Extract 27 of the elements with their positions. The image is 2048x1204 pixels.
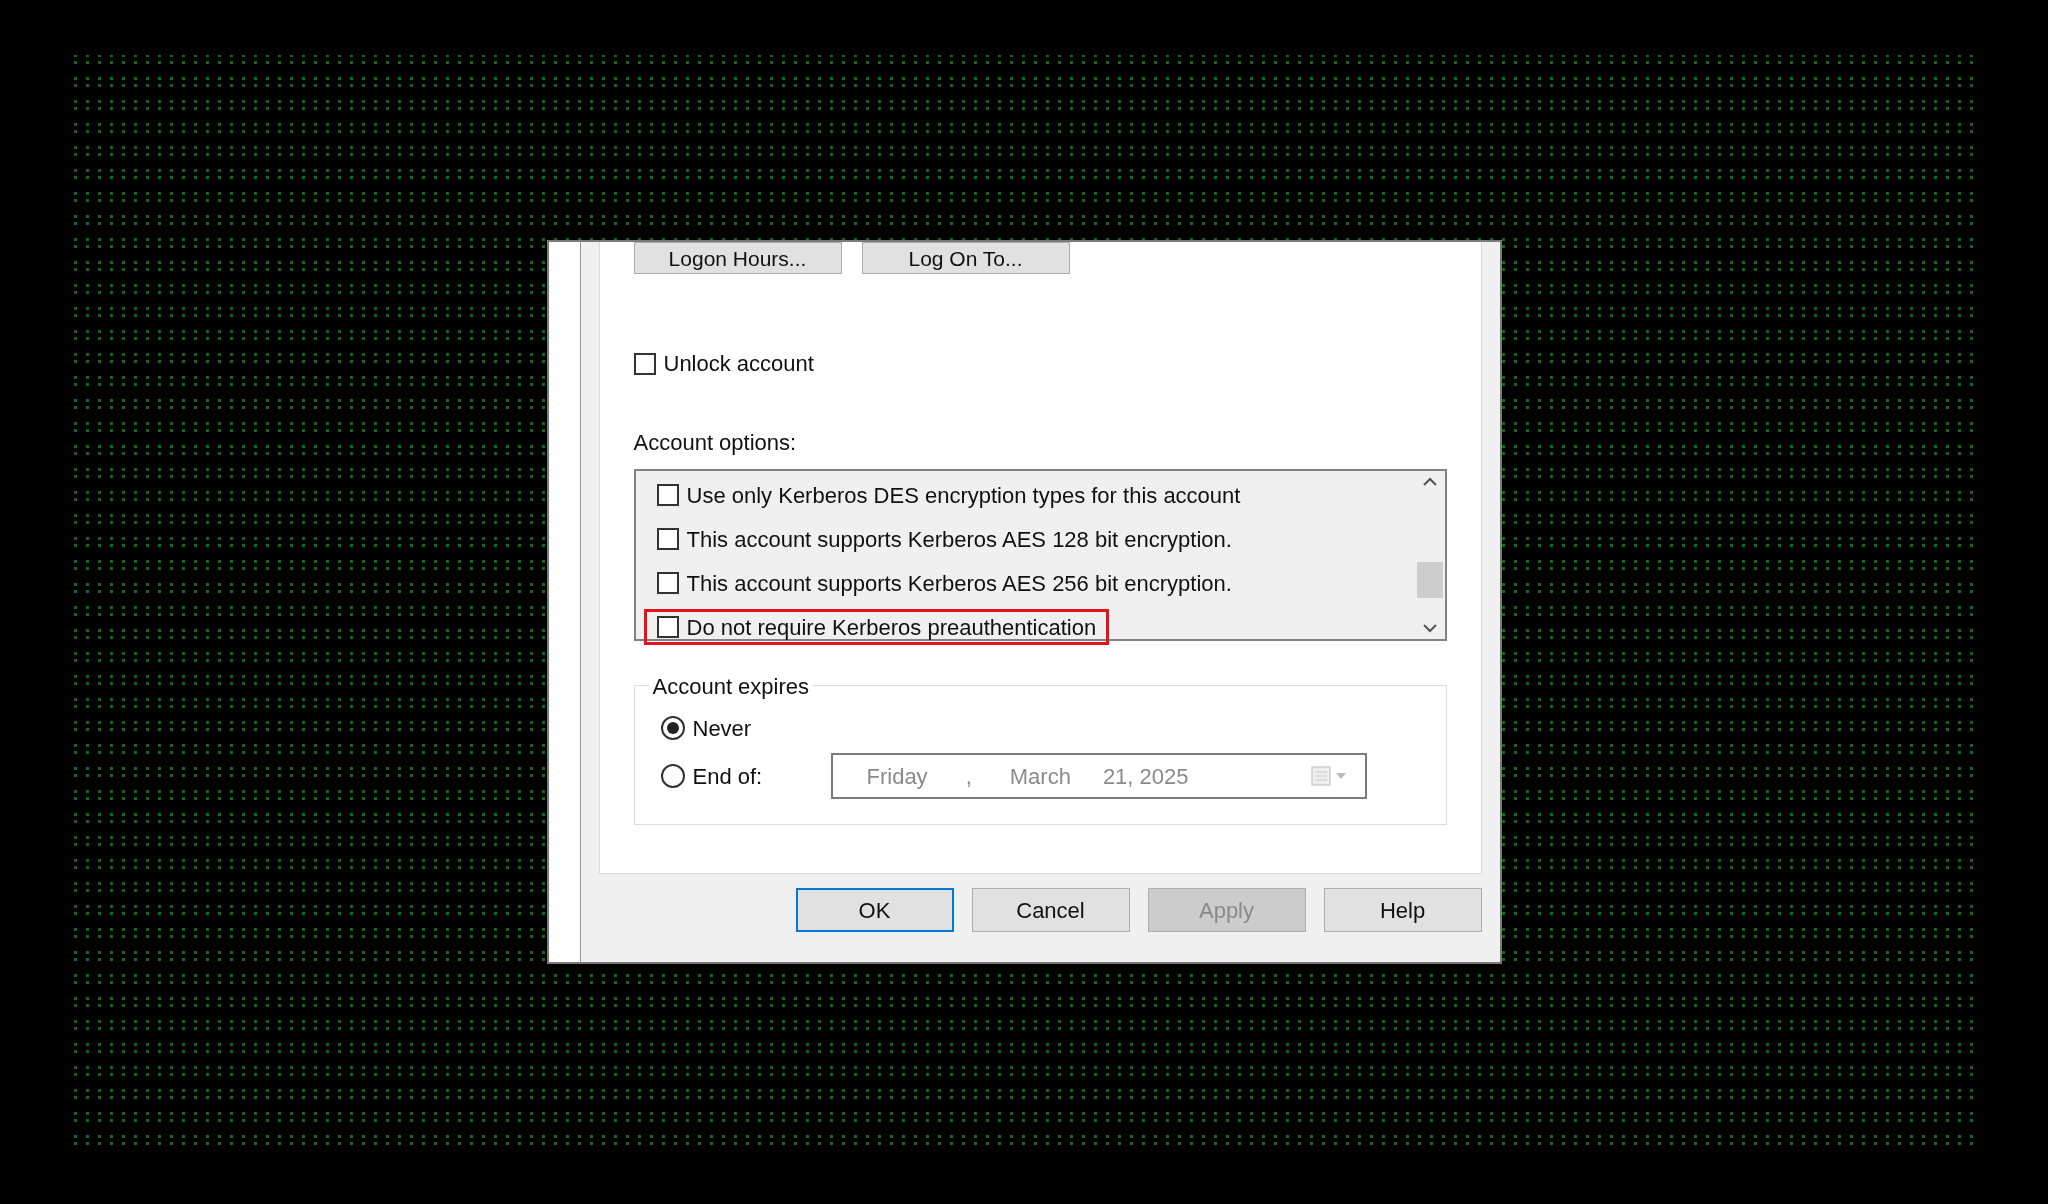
- radio-button[interactable]: [660, 716, 685, 740]
- checkbox[interactable]: [633, 352, 656, 375]
- option-row[interactable]: This account supports Kerberos AES 128 bit encryption.: [643, 521, 1245, 557]
- radio-label: End of:: [692, 762, 764, 791]
- option-row[interactable]: Use only Kerberos DES encryption types for this account: [643, 477, 1254, 513]
- radio-button[interactable]: [660, 764, 685, 788]
- dialog-button[interactable]: Help: [1323, 888, 1482, 932]
- checkbox[interactable]: [656, 528, 679, 550]
- date-weekday: Friday: [866, 762, 928, 791]
- checkbox[interactable]: [656, 484, 679, 506]
- checkbox-label: Unlock account: [663, 350, 814, 378]
- dialog-button[interactable]: Log On To...: [861, 242, 1070, 274]
- checkbox[interactable]: [656, 572, 679, 594]
- scroll-up-icon[interactable]: [1421, 477, 1438, 487]
- dialog-button[interactable]: OK: [795, 888, 954, 932]
- option-row[interactable]: This account supports Kerberos AES 256 bit encryption.: [643, 565, 1245, 601]
- dialog-button[interactable]: Cancel: [971, 888, 1130, 932]
- date-day-year: 21, 2025: [1102, 762, 1189, 791]
- scroll-down-icon[interactable]: [1421, 623, 1438, 633]
- scroll-thumb[interactable]: [1416, 562, 1443, 598]
- checkbox[interactable]: [656, 616, 679, 638]
- option-row[interactable]: Do not require Kerberos preauthentication: [643, 609, 1110, 645]
- dialog-button[interactable]: Logon Hours...: [633, 242, 842, 274]
- radio-label: Never: [692, 714, 753, 743]
- date-separator: ,: [965, 762, 972, 791]
- section-label: Account options:: [633, 429, 797, 457]
- date-month: March: [1009, 762, 1071, 791]
